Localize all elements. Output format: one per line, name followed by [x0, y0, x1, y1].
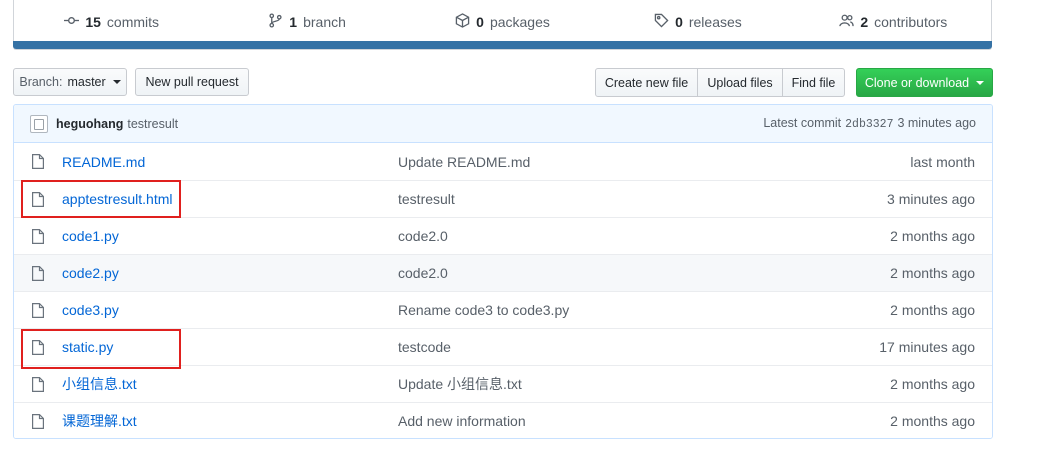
- file-icon: [32, 339, 62, 355]
- file-age: 2 months ago: [890, 302, 975, 318]
- file-commit-message[interactable]: testresult: [398, 191, 887, 207]
- file-commit-message[interactable]: Update README.md: [398, 154, 910, 170]
- table-row: README.md Update README.md last month: [14, 143, 992, 180]
- chevron-down-icon: [976, 80, 985, 85]
- language-bar[interactable]: [13, 41, 992, 49]
- file-age: last month: [910, 153, 975, 170]
- file-commit-message[interactable]: testcode: [398, 339, 879, 355]
- file-name-link[interactable]: code1.py: [62, 228, 398, 244]
- file-age: 2 months ago: [890, 413, 975, 429]
- repo-summary: 15 commits 1 branch 0 packages 0 release…: [13, 0, 992, 50]
- file-icon: [32, 265, 62, 281]
- file-icon: [32, 228, 62, 244]
- packages-label: packages: [489, 13, 550, 30]
- releases-link[interactable]: 0 releases: [600, 13, 795, 31]
- table-row: code2.py code2.0 2 months ago: [14, 254, 992, 291]
- table-row: apptestresult.html testresult 3 minutes …: [14, 180, 992, 217]
- people-icon: [839, 13, 855, 31]
- file-commit-message[interactable]: Add new information: [398, 413, 890, 429]
- file-commit-message[interactable]: code2.0: [398, 228, 890, 244]
- chevron-down-icon: [112, 80, 121, 84]
- file-commit-message[interactable]: code2.0: [398, 265, 890, 281]
- releases-label: releases: [688, 13, 742, 30]
- commit-icon: [64, 13, 80, 31]
- avatar[interactable]: [30, 114, 48, 133]
- file-age: 17 minutes ago: [879, 339, 975, 355]
- commits-count: 15: [85, 13, 101, 30]
- file-age: 2 months ago: [890, 228, 975, 244]
- contributors-count: 2: [860, 13, 869, 30]
- packages-link[interactable]: 0 packages: [405, 12, 600, 31]
- clone-label: Clone or download: [864, 75, 970, 90]
- branches-label: branch: [303, 13, 346, 30]
- file-commit-message[interactable]: Update 小组信息.txt: [398, 374, 890, 394]
- file-name-link[interactable]: static.py: [62, 339, 398, 355]
- branch-prefix: Branch:: [19, 75, 63, 89]
- upload-files-button[interactable]: Upload files: [697, 68, 783, 97]
- releases-count: 0: [675, 13, 683, 30]
- file-name-link[interactable]: code2.py: [62, 265, 398, 281]
- branches-link[interactable]: 1 branch: [209, 12, 404, 31]
- file-list: README.md Update README.md last month ap…: [14, 143, 992, 438]
- commit-message[interactable]: testresult: [127, 117, 178, 131]
- create-new-file-button[interactable]: Create new file: [595, 68, 698, 97]
- latest-commit-prefix: Latest commit: [763, 116, 842, 130]
- tag-icon: [654, 13, 669, 31]
- file-icon: [32, 154, 62, 169]
- file-age: 2 months ago: [890, 265, 975, 281]
- file-name-link[interactable]: 课题理解.txt: [62, 411, 398, 431]
- commit-author[interactable]: heguohang: [56, 117, 123, 131]
- branch-icon: [268, 12, 283, 31]
- branches-count: 1: [289, 13, 298, 30]
- package-icon: [455, 12, 470, 31]
- file-icon: [32, 191, 62, 207]
- table-row: 课题理解.txt Add new information 2 months ag…: [14, 402, 992, 438]
- file-name-link[interactable]: README.md: [62, 154, 398, 170]
- file-icon: [32, 376, 62, 392]
- commits-label: commits: [106, 13, 160, 30]
- new-pull-request-button[interactable]: New pull request: [135, 68, 249, 96]
- commit-sha[interactable]: 2db3327: [845, 118, 893, 131]
- file-actions-group: Create new file Upload files Find file: [595, 68, 845, 97]
- packages-count: 0: [476, 13, 484, 30]
- clone-or-download-button[interactable]: Clone or download: [856, 68, 993, 97]
- branch-select-button[interactable]: Branch: master: [13, 68, 127, 96]
- table-row: static.py testcode 17 minutes ago: [14, 328, 992, 365]
- branch-name: master: [67, 75, 106, 89]
- file-age: 3 minutes ago: [887, 191, 975, 207]
- commit-age: 3 minutes ago: [897, 116, 976, 130]
- file-name-link[interactable]: apptestresult.html: [62, 191, 398, 207]
- commits-link[interactable]: 15 commits: [14, 13, 209, 31]
- contributors-label: contributors: [874, 13, 948, 30]
- file-age: 2 months ago: [890, 376, 975, 392]
- file-icon: [32, 413, 62, 429]
- file-name-link[interactable]: 小组信息.txt: [62, 374, 398, 394]
- file-name-link[interactable]: code3.py: [62, 302, 398, 318]
- table-row: code1.py code2.0 2 months ago: [14, 217, 992, 254]
- contributors-link[interactable]: 2 contributors: [796, 13, 991, 31]
- find-file-button[interactable]: Find file: [782, 68, 845, 97]
- table-row: code3.py Rename code3 to code3.py 2 mont…: [14, 291, 992, 328]
- latest-commit-info: Latest commit 2db3327 3 minutes ago: [763, 116, 976, 131]
- file-commit-message[interactable]: Rename code3 to code3.py: [398, 302, 890, 318]
- latest-commit-bar: heguohang testresult Latest commit 2db33…: [14, 105, 992, 143]
- table-row: 小组信息.txt Update 小组信息.txt 2 months ago: [14, 365, 992, 402]
- file-table: heguohang testresult Latest commit 2db33…: [13, 104, 993, 439]
- file-icon: [32, 302, 62, 318]
